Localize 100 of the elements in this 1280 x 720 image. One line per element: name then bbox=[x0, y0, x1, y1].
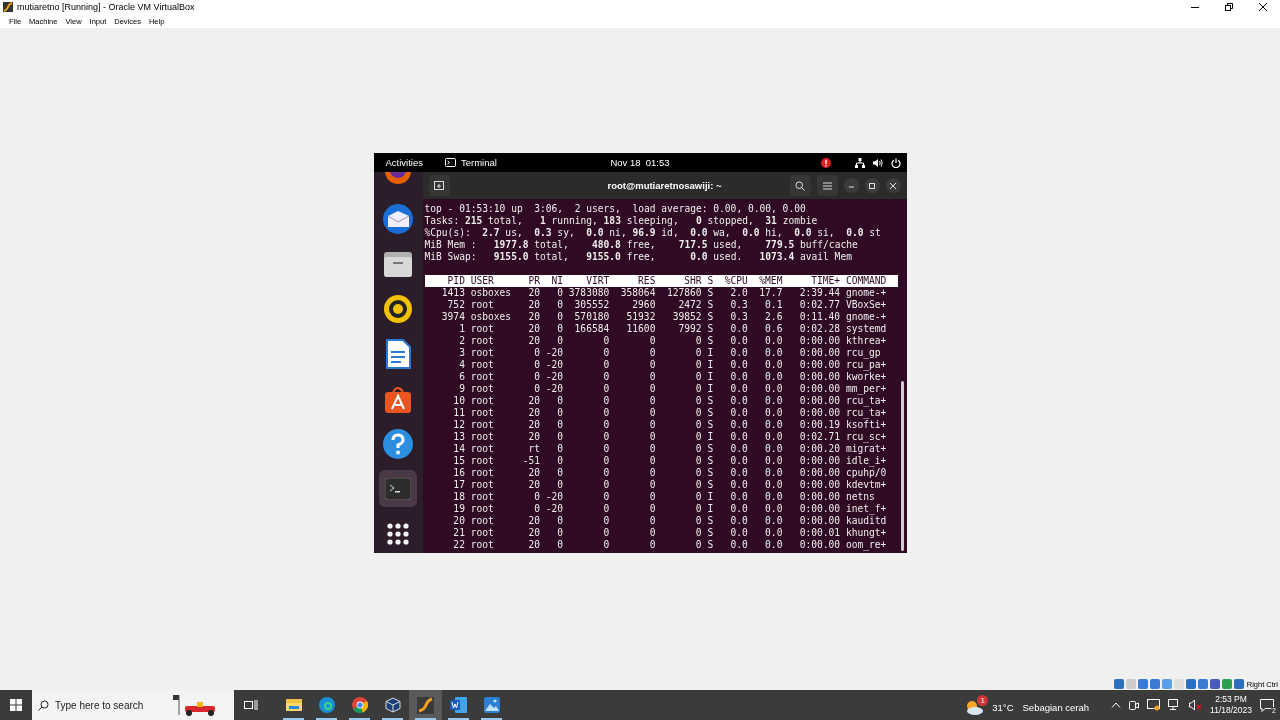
table-cell: -20 bbox=[545, 347, 564, 359]
table-cell-text: 0 bbox=[602, 491, 610, 503]
table-cell-text: root bbox=[470, 539, 495, 551]
search-button[interactable] bbox=[789, 175, 811, 196]
table-cell-text: 0 bbox=[648, 479, 656, 491]
table-cell-text: 0.0 bbox=[729, 395, 748, 407]
table-cell-text: 0.0 bbox=[729, 347, 748, 359]
table-cell-text: 20 bbox=[527, 431, 540, 443]
table-cell-text: 0 bbox=[602, 407, 610, 419]
table-cell-text: 0.0 bbox=[729, 443, 748, 455]
taskbar-app[interactable] bbox=[409, 690, 442, 720]
photos-icon bbox=[483, 697, 500, 713]
new-tab-icon bbox=[434, 181, 444, 190]
menu-button[interactable] bbox=[816, 175, 838, 196]
table-cell-text: 0:00.00 bbox=[798, 407, 841, 419]
window-title: mutiaretno [Running] - Oracle VM VirtualBox bbox=[17, 2, 195, 12]
table-cell: idle_i+ bbox=[845, 455, 887, 467]
table-cell-text: 0.0 bbox=[764, 383, 783, 395]
table-cell-text: 20 bbox=[527, 287, 540, 299]
table-cell: systemd bbox=[845, 323, 887, 335]
table-cell-text: root bbox=[470, 443, 495, 455]
table-cell-text: 0 bbox=[556, 407, 564, 419]
table-cell-text: root bbox=[470, 527, 495, 539]
table-cell: rcu_sc+ bbox=[845, 431, 887, 443]
maximize-button[interactable] bbox=[864, 178, 880, 193]
table-cell-text: 0 bbox=[694, 467, 702, 479]
summary-line: top - 01:53:10 up 3:06, 2 users, load average: 0.00, 0.00, 0.00 bbox=[424, 203, 807, 215]
network-icon bbox=[854, 157, 865, 168]
table-cell: S bbox=[707, 323, 714, 335]
speech-bubble-icon bbox=[1260, 698, 1274, 712]
table-cell: S bbox=[707, 479, 714, 491]
table-cell-text: 0 bbox=[648, 467, 656, 479]
table-cell-text: 14 bbox=[452, 443, 465, 455]
table-cell-text: 19 bbox=[452, 503, 465, 515]
table-cell-text: 0.0 bbox=[764, 407, 783, 419]
search-field[interactable]: Type here to search bbox=[55, 699, 165, 711]
activities-button[interactable]: Activities bbox=[385, 157, 423, 168]
table-cell-text: 12 bbox=[452, 419, 465, 431]
table-cell-text: 0 bbox=[648, 419, 656, 431]
clock[interactable]: Nov 18 01:53 bbox=[610, 157, 670, 168]
table-cell-text: 2:39.44 bbox=[798, 287, 841, 299]
document-icon bbox=[385, 338, 411, 369]
table-cell-text: 21 bbox=[452, 527, 465, 539]
table-cell: ksofti+ bbox=[845, 419, 887, 431]
table-cell-text: 0 bbox=[648, 503, 656, 515]
table-cell-text: 0:00.00 bbox=[798, 455, 841, 467]
table-cell-text: 0 bbox=[694, 407, 702, 419]
scrollbar[interactable] bbox=[900, 381, 904, 551]
temperature: 31°C bbox=[992, 702, 1014, 713]
table-cell-text: 0 bbox=[556, 335, 564, 347]
table-cell-text: 20 bbox=[527, 419, 540, 431]
terminal-icon bbox=[445, 158, 456, 167]
table-cell-text: root bbox=[470, 419, 495, 431]
table-cell-text: 0 bbox=[648, 491, 656, 503]
search-box[interactable]: Type here to search bbox=[32, 690, 234, 720]
close-button[interactable] bbox=[885, 178, 901, 193]
table-cell-text: osboxes bbox=[470, 287, 513, 299]
table-cell-text: 0:00.20 bbox=[798, 443, 841, 455]
table-cell-text: 0.0 bbox=[729, 455, 748, 467]
table-cell: I bbox=[707, 431, 714, 443]
app-grid-icon bbox=[387, 522, 409, 545]
table-cell-text: 0 bbox=[648, 347, 656, 359]
table-cell-text: 3974 bbox=[440, 311, 465, 323]
table-cell-text: 0.0 bbox=[764, 431, 783, 443]
table-cell-text: 2.6 bbox=[764, 311, 783, 323]
table-cell-text: 0 bbox=[648, 383, 656, 395]
new-tab-button[interactable] bbox=[428, 175, 450, 196]
table-cell-text: 0 bbox=[556, 431, 564, 443]
table-cell-text: 2.0 bbox=[729, 287, 748, 299]
column-header: RES bbox=[637, 275, 656, 287]
table-cell-text: 0 bbox=[648, 431, 656, 443]
column-header: USER bbox=[470, 275, 495, 287]
app-menu-button[interactable]: Terminal bbox=[445, 157, 497, 168]
table-cell-text: 0 bbox=[602, 335, 610, 347]
table-cell-text: 0 bbox=[602, 371, 610, 383]
table-cell-text: 20 bbox=[527, 395, 540, 407]
table-cell-text: 166584 bbox=[573, 323, 610, 335]
table-cell-text: 1 bbox=[458, 323, 465, 335]
clock[interactable]: 2:53 PM 11/18/2023 bbox=[1210, 694, 1252, 716]
table-cell-text: 0 bbox=[602, 515, 610, 527]
maximize-icon bbox=[869, 182, 875, 189]
table-cell-text: 0 bbox=[648, 407, 656, 419]
table-cell-text: 0.0 bbox=[764, 419, 783, 431]
table-cell-text: 20 bbox=[527, 539, 540, 551]
table-cell-text: root bbox=[470, 323, 495, 335]
table-cell-text: 0:00.00 bbox=[798, 467, 841, 479]
table-cell-text: 0.0 bbox=[764, 503, 783, 515]
weather-button[interactable]: 1 31°C Sebagian cerah bbox=[965, 693, 1090, 717]
table-cell-text: root bbox=[470, 479, 495, 491]
table-cell: I bbox=[707, 503, 714, 515]
column-header: PR bbox=[527, 275, 540, 287]
table-cell-text: 0 bbox=[694, 539, 702, 551]
table-cell-text: 9 bbox=[458, 383, 465, 395]
firefox-icon bbox=[384, 172, 412, 186]
table-cell-text: 20 bbox=[527, 527, 540, 539]
table-cell: -20 bbox=[545, 371, 564, 383]
virtualbox-logo-icon bbox=[3, 2, 13, 12]
table-cell-text: 0.0 bbox=[764, 359, 783, 371]
minimize-button[interactable] bbox=[843, 178, 859, 193]
table-cell-text: 6 bbox=[458, 371, 465, 383]
